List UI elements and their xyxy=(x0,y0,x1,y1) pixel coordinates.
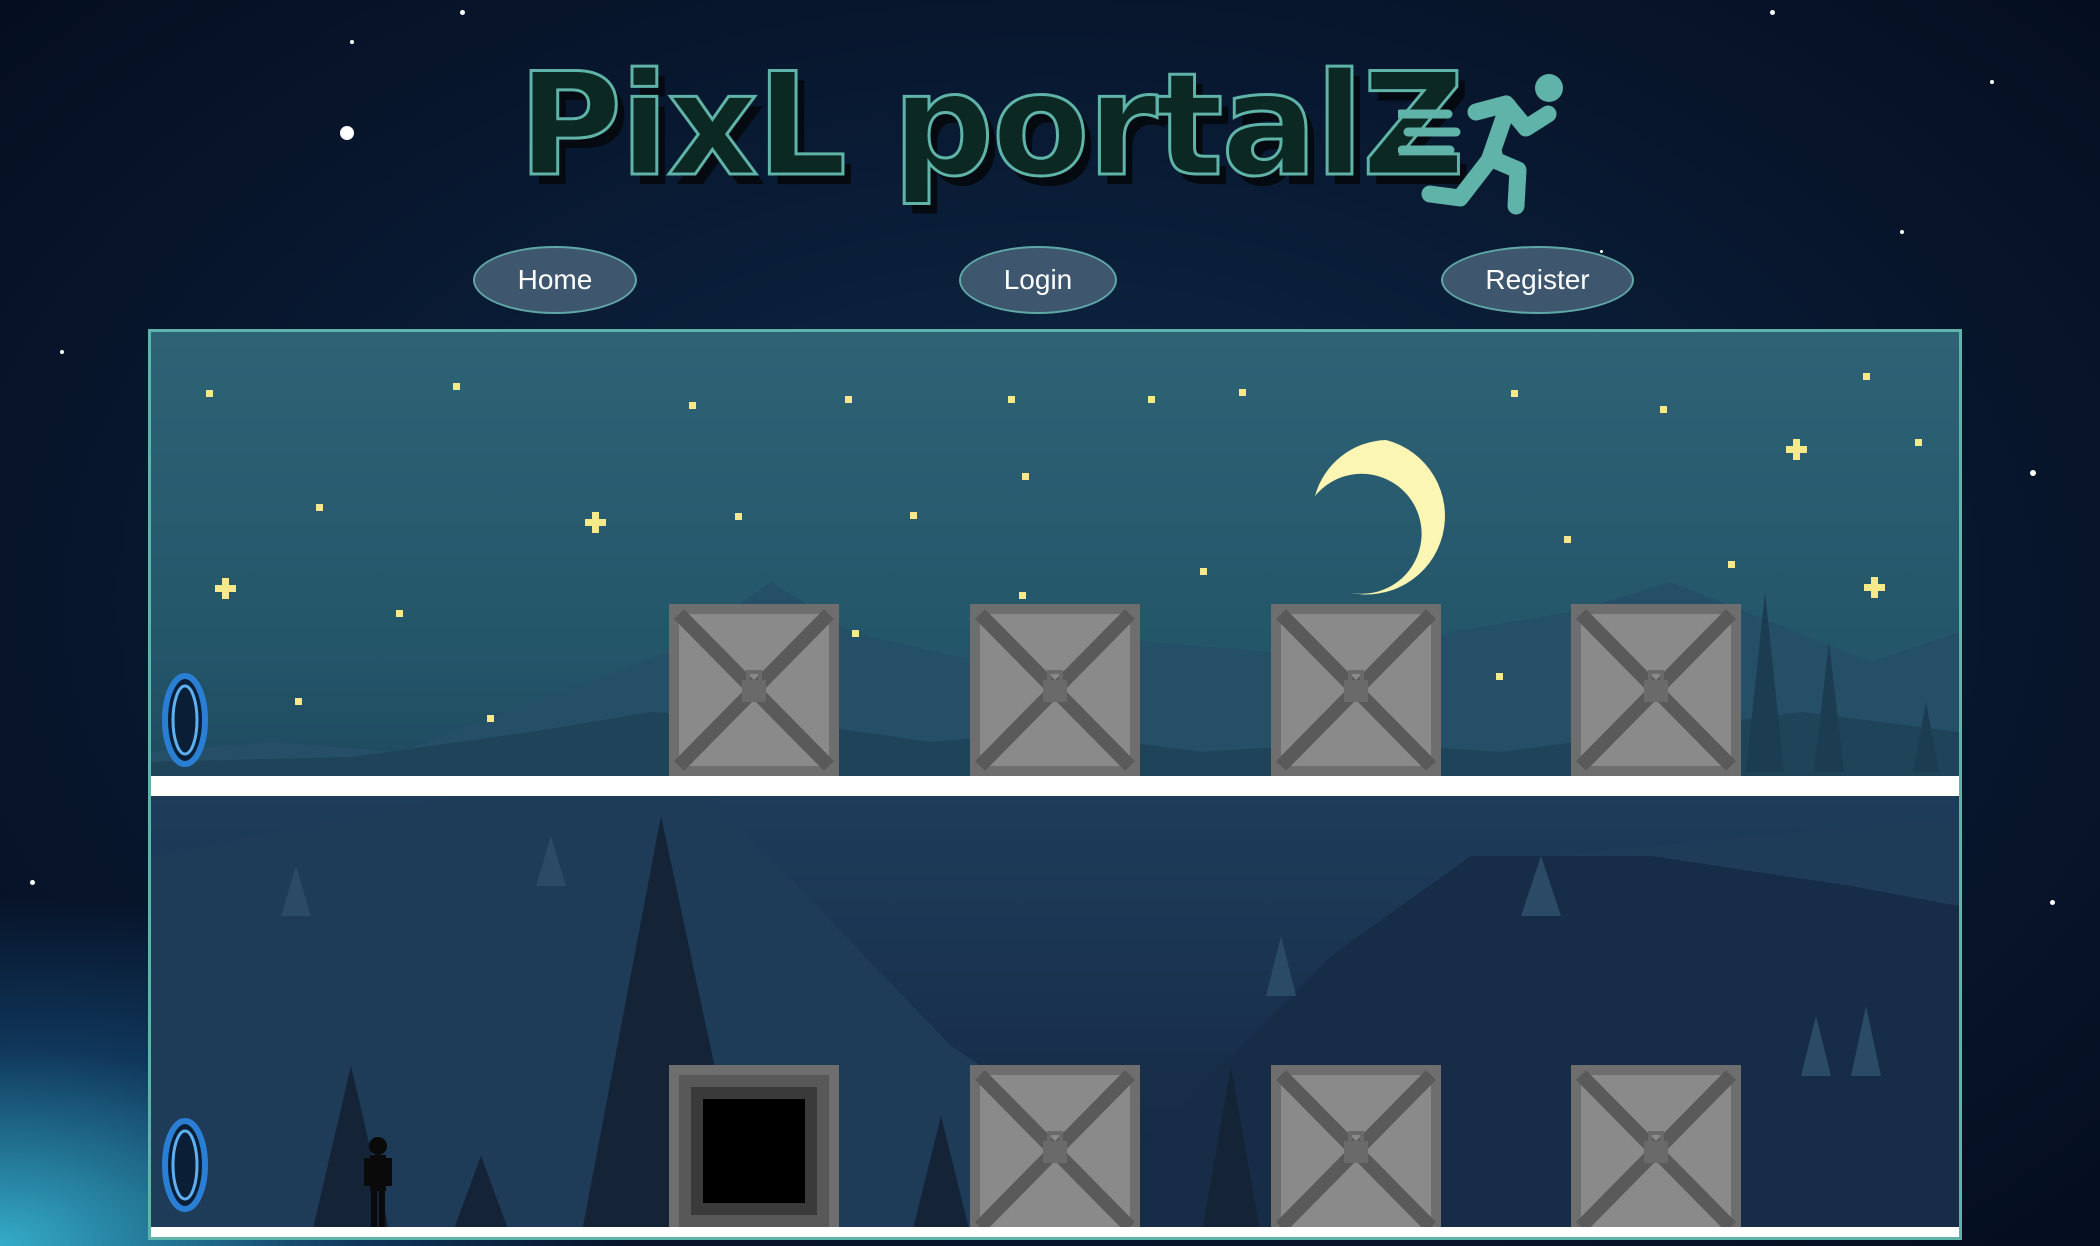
running-person-icon xyxy=(1398,74,1563,215)
star-icon xyxy=(60,350,64,354)
portal-icon xyxy=(162,673,208,767)
star-icon xyxy=(1564,536,1571,543)
star-icon xyxy=(295,698,302,705)
star-icon xyxy=(1239,389,1246,396)
star-icon xyxy=(1900,230,1904,234)
moon-icon xyxy=(1315,440,1445,595)
star-icon xyxy=(735,513,742,520)
star-icon xyxy=(487,715,494,722)
star-icon xyxy=(30,880,35,885)
star-icon xyxy=(1863,373,1870,380)
star-icon xyxy=(2050,900,2055,905)
star-icon xyxy=(316,504,323,511)
portal-icon xyxy=(162,1118,208,1212)
game-canvas[interactable] xyxy=(148,329,1962,1240)
level-2-scene xyxy=(151,796,1959,1237)
level-1-scene xyxy=(151,332,1959,776)
star-icon xyxy=(1660,406,1667,413)
ground-platform xyxy=(151,776,1959,796)
site-title: PixL portalZ xyxy=(517,43,1467,208)
locked-crate-icon[interactable] xyxy=(970,1065,1140,1237)
star-icon xyxy=(1600,250,1603,253)
star-icon xyxy=(1008,396,1015,403)
nav-register-button[interactable]: Register xyxy=(1441,246,1634,314)
dark-exit-block-icon[interactable] xyxy=(669,1065,839,1237)
star-icon xyxy=(1511,390,1518,397)
star-icon xyxy=(460,10,465,15)
star-icon xyxy=(845,396,852,403)
locked-crate-icon[interactable] xyxy=(1271,604,1441,776)
nav-home-button[interactable]: Home xyxy=(473,246,637,314)
star-icon xyxy=(1148,396,1155,403)
star-icon xyxy=(206,390,213,397)
nav-login-button[interactable]: Login xyxy=(959,246,1117,314)
player-icon[interactable] xyxy=(361,1136,395,1228)
star-icon xyxy=(1990,80,1994,84)
locked-crate-icon[interactable] xyxy=(669,604,839,776)
star-icon xyxy=(1019,592,1026,599)
star-icon xyxy=(1496,673,1503,680)
sparkle-star-icon xyxy=(585,512,606,533)
star-icon xyxy=(1915,439,1922,446)
sparkle-star-icon xyxy=(1786,439,1807,460)
star-icon xyxy=(1770,10,1775,15)
star-icon xyxy=(1728,561,1735,568)
star-icon xyxy=(453,383,460,390)
star-icon xyxy=(396,610,403,617)
star-icon xyxy=(1200,568,1207,575)
star-icon xyxy=(910,512,917,519)
star-icon xyxy=(852,630,859,637)
star-icon xyxy=(1022,473,1029,480)
locked-crate-icon[interactable] xyxy=(1571,604,1741,776)
locked-crate-icon[interactable] xyxy=(1571,1065,1741,1237)
sparkle-star-icon xyxy=(215,578,236,599)
star-icon xyxy=(340,126,354,140)
star-icon xyxy=(689,402,696,409)
star-icon xyxy=(2030,470,2036,476)
locked-crate-icon[interactable] xyxy=(1271,1065,1441,1237)
star-icon xyxy=(350,40,354,44)
locked-crate-icon[interactable] xyxy=(970,604,1140,776)
ground-platform xyxy=(151,1227,1959,1237)
sparkle-star-icon xyxy=(1864,577,1885,598)
